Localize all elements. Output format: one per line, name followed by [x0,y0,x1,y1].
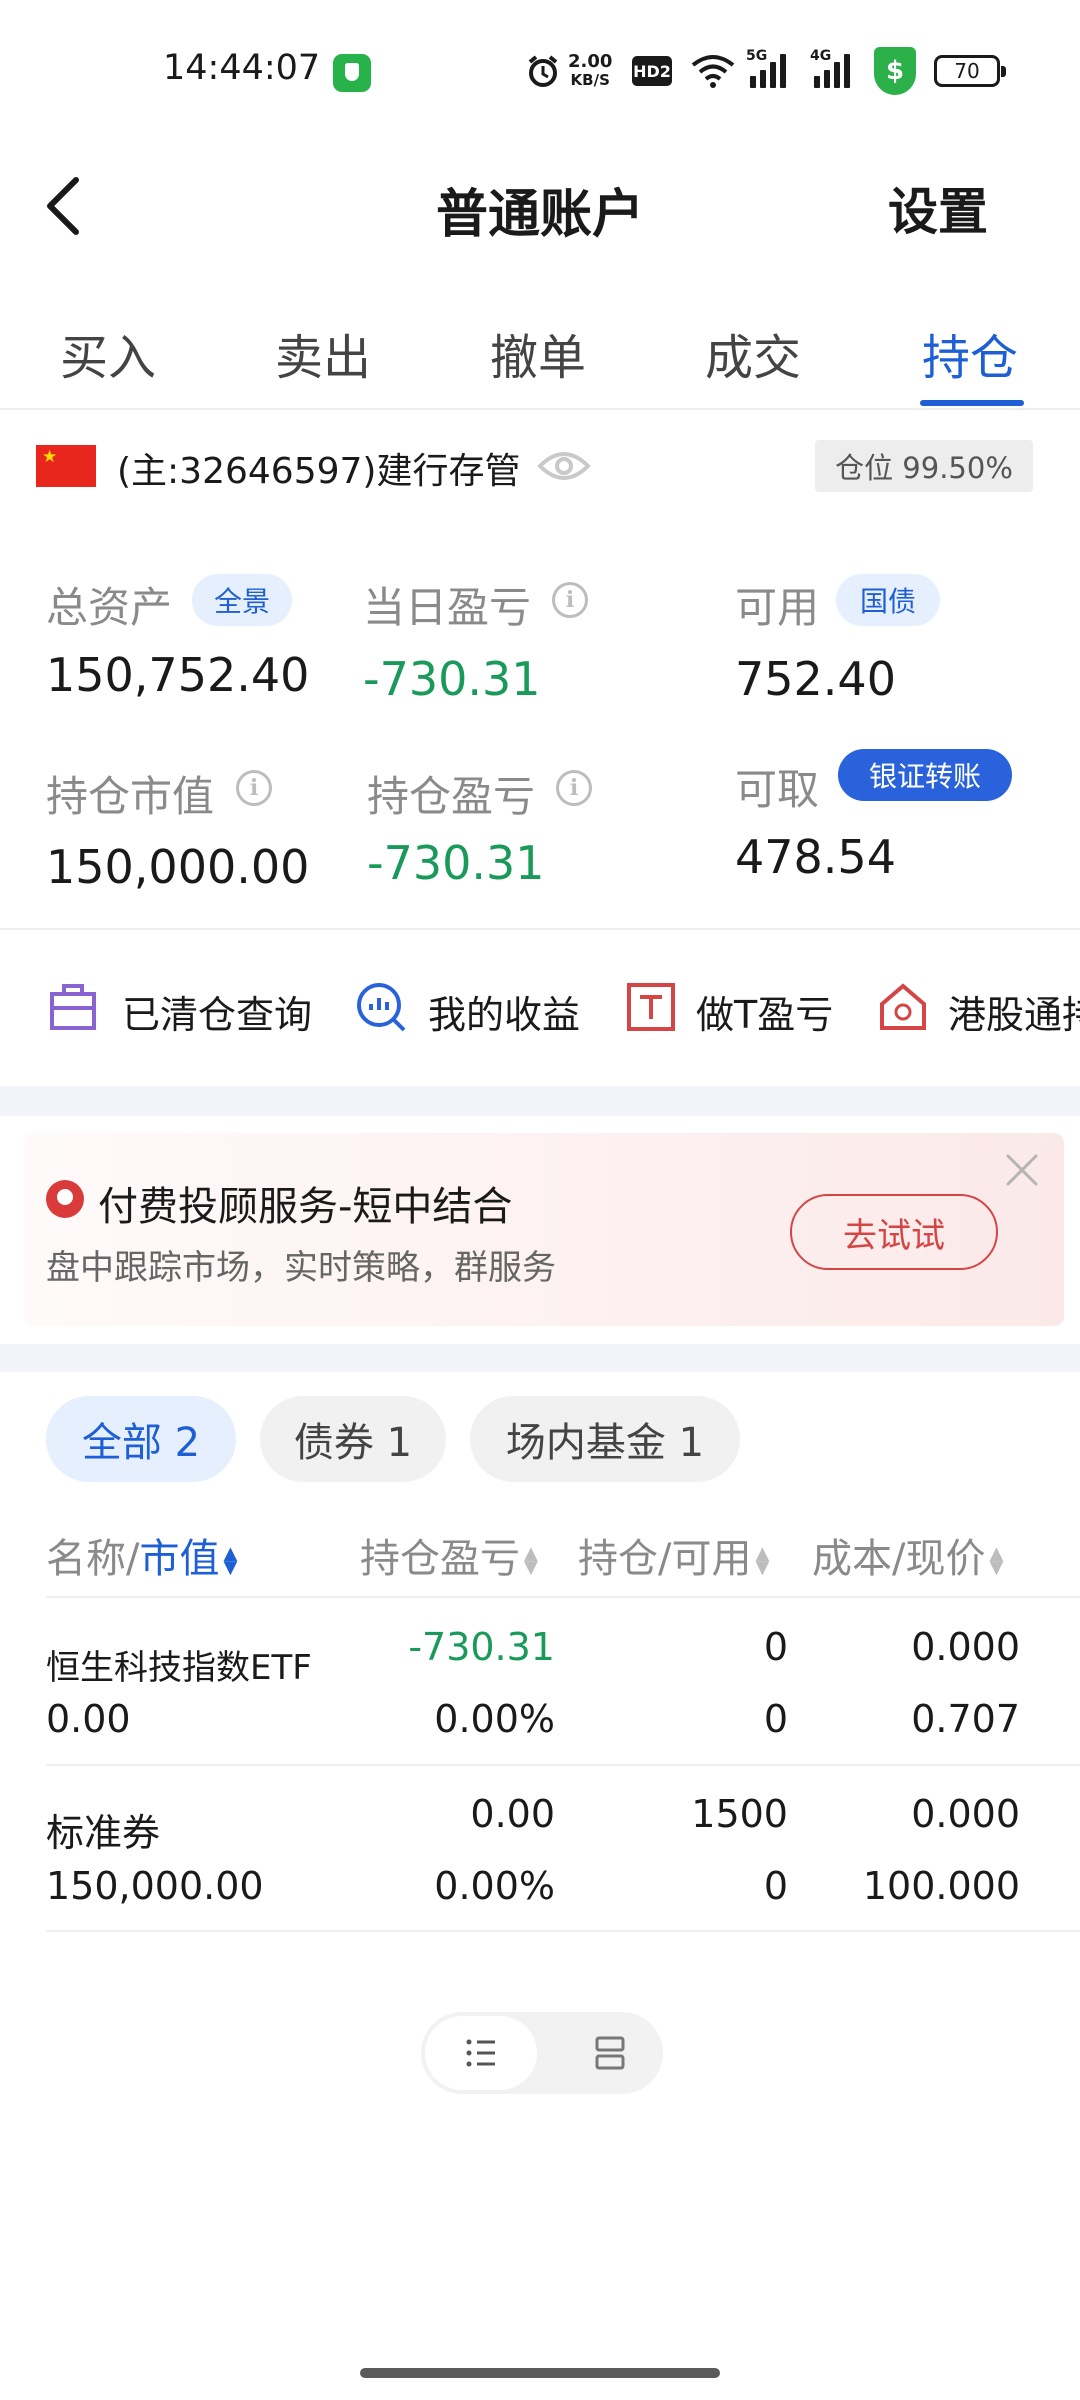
header-position-pl[interactable]: 持仓盈亏 ▲ ▼ [360,1526,538,1584]
hk-connect-icon [876,980,930,1034]
info-icon[interactable]: i [236,770,272,806]
home-indicator[interactable] [360,2368,720,2378]
tab-deals[interactable]: 成交 [705,318,801,388]
card-icon [595,2036,625,2070]
row-pl: -730.31 [408,1625,555,1669]
signal-5g-label: 5G [746,48,768,64]
back-icon[interactable] [36,172,96,240]
row-name: 标准券 [46,1811,161,1855]
divider [0,408,1080,410]
card-view-button[interactable] [560,2016,660,2090]
eye-icon[interactable] [537,446,591,486]
header-hold-available[interactable]: 持仓/可用 ▲ ▼ [578,1526,769,1584]
market-value-label: 持仓市值 [46,772,215,821]
closed-position-icon [46,980,100,1034]
info-icon[interactable]: i [556,770,592,806]
row-pl: 0.00 [470,1792,555,1836]
security-shield-icon: $ [874,47,916,95]
divider [46,1930,1080,1932]
advisor-icon [46,1180,84,1218]
tab-cancel[interactable]: 撤单 [490,318,586,388]
row-market-value: 150,000.00 [46,1864,264,1908]
row-name: 恒生科技指数ETF [46,1648,312,1688]
section-separator [0,1344,1080,1372]
security-app-icon [333,54,371,92]
net-speed-unit: KB/S [570,71,610,89]
status-time: 14:44:07 [163,48,321,88]
daily-pl-value: -730.31 [363,652,541,706]
alarm-icon [526,46,560,96]
header-pl: 持仓盈亏 [360,1536,520,1582]
position-ratio-badge: 仓位 99.50% [815,440,1033,492]
header-cost: 成本/现价 [812,1536,986,1582]
settings-button[interactable]: 设置 [888,172,988,244]
position-pl-value: -730.31 [367,836,545,890]
treasury-chip[interactable]: 国债 [836,574,940,626]
signal-4g-label: 4G [810,48,832,64]
divider [0,928,1080,930]
list-icon [466,2039,495,2067]
hd-icon: HD2 [632,56,672,86]
header-name: 名称/ [46,1536,140,1582]
shortcut-t-trade[interactable]: 做T盈亏 [696,984,833,1039]
available-label: 可用 [735,583,820,632]
shortcut-my-earnings[interactable]: 我的收益 [428,984,580,1039]
header-value: 市值 [139,1536,220,1582]
row-pl-pct: 0.00% [434,1864,555,1908]
net-speed-value: 2.00 [568,51,613,72]
header-hold: 持仓/可用 [578,1536,752,1582]
close-icon[interactable] [1002,1150,1042,1190]
header-cost-price[interactable]: 成本/现价 ▲ ▼ [812,1526,1003,1584]
section-separator [0,1086,1080,1116]
tab-positions[interactable]: 持仓 [922,318,1018,388]
sort-icon: ▲ ▼ [989,1543,1004,1578]
position-pl-label: 持仓盈亏 [367,772,536,821]
market-value-value: 150,000.00 [46,840,310,894]
promo-title: 付费投顾服务-短中结合 [98,1184,513,1230]
available-value: 752.40 [735,652,896,706]
sort-icon: ▲ ▼ [524,1543,538,1578]
signal-5g-icon: 5G [746,48,786,88]
row-available: 0 [763,1864,788,1908]
daily-pl-label: 当日盈亏 [363,583,532,632]
tab-indicator [920,400,1024,406]
account-selector[interactable]: (主:32646597)建行存管 [117,442,520,494]
withdrawable-label: 可取 [735,765,820,814]
net-speed: 2.00 KB/S [568,46,612,96]
overview-chip[interactable]: 全景 [192,574,292,626]
shortcut-closed-positions[interactable]: 已清仓查询 [122,984,312,1039]
row-cost: 0.000 [911,1625,1020,1669]
filter-bonds[interactable]: 债券 1 [260,1396,446,1482]
header-name-value[interactable]: 名称/市值 ▲ ▼ [46,1526,237,1584]
earnings-icon [354,980,408,1034]
row-pl-pct: 0.00% [434,1697,555,1741]
row-hold: 0 [763,1625,788,1669]
row-available: 0 [763,1697,788,1741]
bank-transfer-button[interactable]: 银证转账 [838,749,1012,801]
signal-4g-icon: 4G [810,48,850,88]
tab-sell[interactable]: 卖出 [275,318,371,388]
total-assets-label: 总资产 [46,583,173,632]
filter-all[interactable]: 全部 2 [46,1396,236,1482]
sort-icon: ▲ ▼ [223,1543,238,1578]
list-view-button[interactable] [425,2016,537,2090]
row-cost: 0.000 [911,1792,1020,1836]
info-icon[interactable]: i [552,582,588,618]
row-hold: 1500 [691,1792,788,1836]
withdrawable-value: 478.54 [735,830,896,884]
total-assets-value: 150,752.40 [46,648,310,702]
row-price: 100.000 [862,1864,1020,1908]
tab-buy[interactable]: 买入 [60,318,156,388]
china-flag-icon [36,445,96,487]
row-market-value: 0.00 [46,1697,131,1741]
wifi-icon [690,46,736,96]
row-price: 0.707 [911,1697,1020,1741]
t-trade-icon [624,980,678,1034]
filter-exchange-funds[interactable]: 场内基金 1 [470,1396,740,1482]
sort-icon: ▲ ▼ [755,1543,770,1578]
battery-icon: 70 [934,55,1006,87]
try-button[interactable]: 去试试 [790,1194,998,1270]
promo-subtitle: 盘中跟踪市场，实时策略，群服务 [46,1248,556,1288]
shortcut-hk-connect[interactable]: 港股通持 [948,984,1080,1039]
